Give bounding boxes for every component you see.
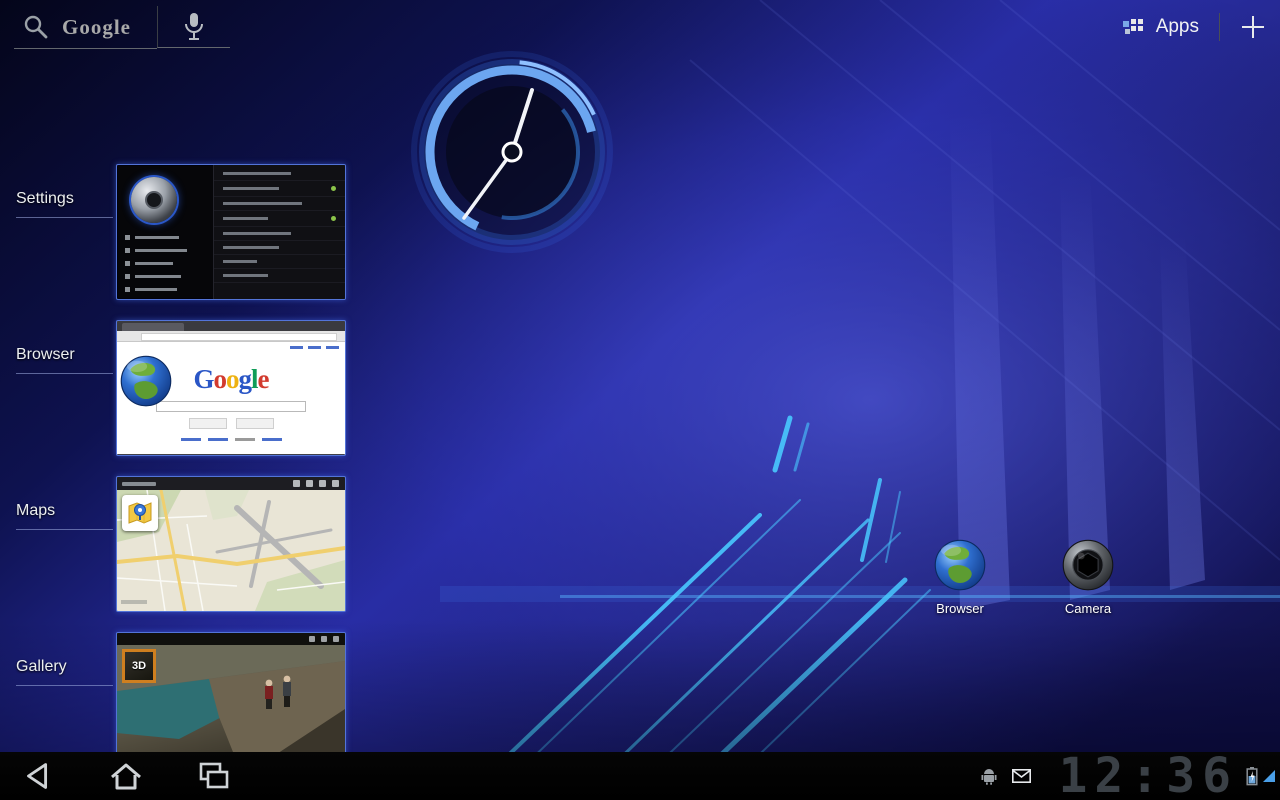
- google-logo: Google: [62, 15, 131, 40]
- recents-icon: [194, 759, 234, 793]
- mic-icon: [184, 12, 204, 42]
- browser-thumb-buttons: [117, 418, 345, 429]
- voice-search-button[interactable]: [157, 6, 230, 48]
- system-bar: 12:36: [0, 752, 1280, 800]
- browser-thumb-searchbox: [156, 401, 306, 412]
- apps-grid-icon: [1121, 17, 1145, 37]
- browser-thumb-tabbar: [117, 321, 345, 331]
- apps-button[interactable]: Apps: [1121, 16, 1199, 38]
- recent-item-maps: Maps: [16, 476, 356, 616]
- gallery-thumb-actionbar: [117, 633, 345, 645]
- top-right-actions: Apps: [1121, 8, 1266, 46]
- settings-thumb-list-pane: [213, 165, 345, 299]
- maps-thumb-actionbar: [117, 477, 345, 490]
- search-widget[interactable]: Google: [14, 6, 230, 48]
- gallery-icon-label: 3D: [132, 660, 146, 672]
- recent-item-browser: Browser: [16, 320, 356, 460]
- search-icon[interactable]: [22, 13, 50, 41]
- recent-item-gallery: Gallery: [16, 632, 356, 772]
- home-button[interactable]: [102, 756, 150, 796]
- recents-button[interactable]: [190, 756, 238, 796]
- browser-thumb-page: Google: [117, 342, 345, 454]
- shortcut-browser[interactable]: Browser: [912, 538, 1008, 616]
- back-button[interactable]: [14, 756, 62, 796]
- usb-debugging-icon: [980, 767, 998, 785]
- add-widget-plus-icon[interactable]: [1240, 14, 1266, 40]
- gallery-app-icon: 3D: [122, 649, 156, 683]
- home-screen: Google Apps: [0, 0, 1280, 800]
- home-icon: [106, 759, 146, 793]
- browser-thumb-addressbar: [117, 331, 345, 342]
- recent-thumbnail-browser[interactable]: Google: [116, 320, 346, 456]
- apps-button-label: Apps: [1156, 16, 1199, 38]
- analog-clock-widget[interactable]: [408, 48, 616, 256]
- settings-thumb-left-pane: [117, 165, 213, 299]
- maps-app-icon: [122, 495, 158, 531]
- back-icon: [19, 759, 57, 793]
- recent-thumbnail-gallery[interactable]: 3D: [116, 632, 346, 768]
- recent-item-settings: Settings: [16, 164, 356, 304]
- status-area[interactable]: 12:36: [980, 752, 1277, 800]
- browser-thumb-footer-links: [117, 438, 345, 441]
- shortcut-label-camera: Camera: [1040, 601, 1136, 616]
- recent-label-gallery: Gallery: [16, 658, 113, 686]
- recent-thumbnail-settings[interactable]: [116, 164, 346, 300]
- signal-strength-icon: [1262, 768, 1276, 784]
- analog-clock-face: [408, 48, 616, 256]
- recent-label-settings: Settings: [16, 190, 113, 218]
- recent-label-browser: Browser: [16, 346, 113, 374]
- volume-knob-graphic: [131, 177, 177, 223]
- camera-shortcut-icon: [1061, 538, 1115, 592]
- browser-shortcut-icon: [933, 538, 987, 592]
- navigation-buttons: [14, 752, 238, 800]
- battery-charging-icon: [1246, 766, 1258, 786]
- browser-globe-icon: [119, 354, 173, 408]
- corner-divider: [1219, 13, 1220, 41]
- shortcut-label-browser: Browser: [912, 601, 1008, 616]
- email-notification-icon: [1012, 769, 1031, 783]
- recent-thumbnail-maps[interactable]: [116, 476, 346, 612]
- shortcut-camera[interactable]: Camera: [1040, 538, 1136, 616]
- status-clock: 12:36: [1059, 752, 1239, 800]
- recent-label-maps: Maps: [16, 502, 113, 530]
- browser-thumb-navlinks: [290, 346, 339, 349]
- google-search-box[interactable]: Google: [14, 6, 157, 49]
